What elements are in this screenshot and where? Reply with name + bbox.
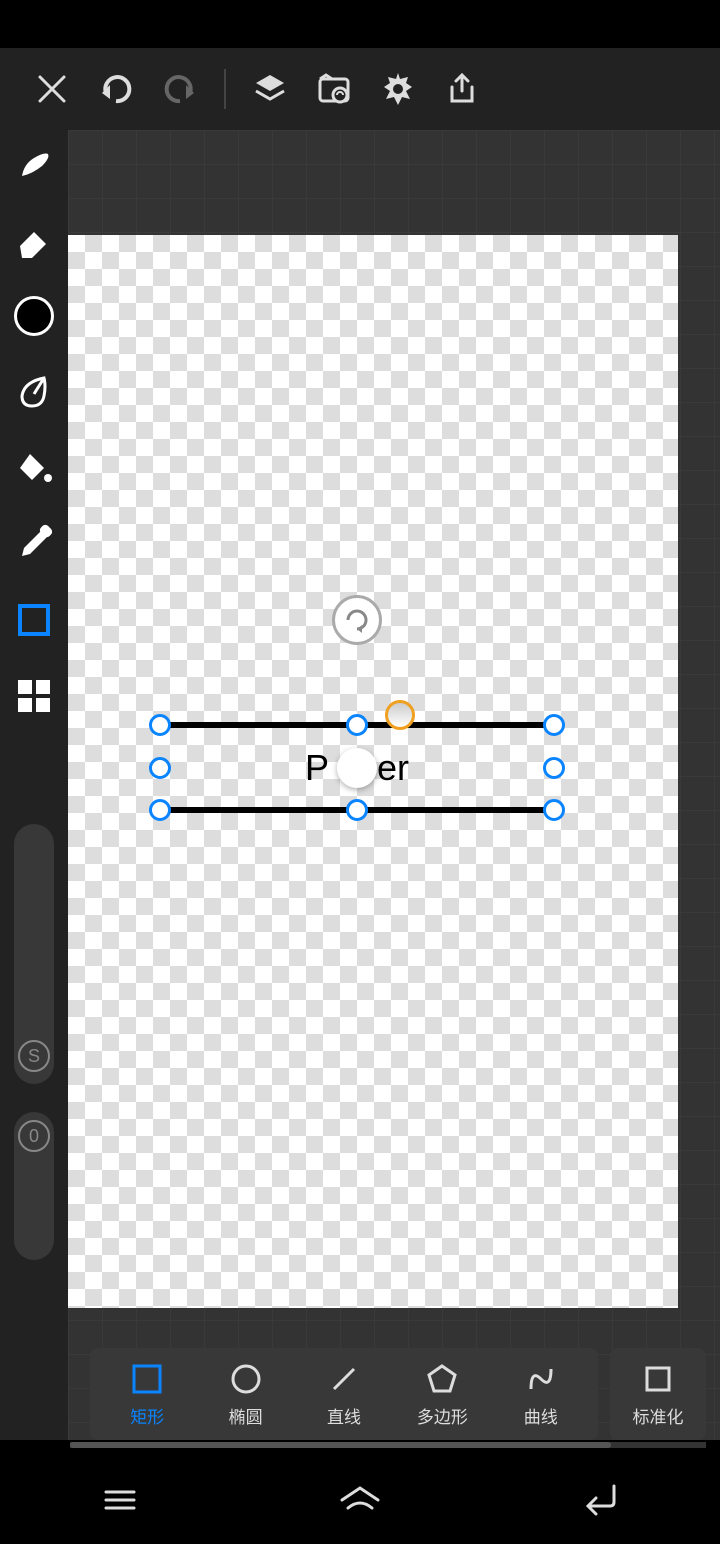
grid-tool[interactable] [10, 672, 58, 720]
current-color-icon [14, 296, 54, 336]
divider [224, 69, 226, 109]
top-toolbar [0, 48, 720, 130]
shape-rectangle[interactable]: 矩形 [107, 1361, 187, 1428]
canvas-viewport[interactable]: PXXer [68, 130, 720, 1440]
nav-recents[interactable] [90, 1470, 150, 1530]
normalize-button[interactable]: 标准化 [610, 1348, 706, 1440]
opt-label: 椭圆 [229, 1403, 263, 1428]
handle-tm[interactable] [346, 714, 368, 736]
horizontal-scrollbar[interactable] [70, 1442, 706, 1448]
rotate-handle[interactable] [332, 595, 382, 645]
eyedropper-tool[interactable] [10, 520, 58, 568]
handle-mr[interactable] [543, 757, 565, 779]
shape-curve[interactable]: 曲线 [501, 1361, 581, 1428]
stroke-width-icon: 0 [18, 1120, 50, 1152]
handle-bl[interactable] [149, 799, 171, 821]
close-button[interactable] [28, 65, 76, 113]
nav-back[interactable] [570, 1470, 630, 1530]
handle-bm[interactable] [346, 799, 368, 821]
text-right: er [377, 747, 409, 788]
color-picker-tool[interactable] [10, 292, 58, 340]
nav-home[interactable] [330, 1470, 390, 1530]
share-button[interactable] [438, 65, 486, 113]
rectangle-icon [129, 1361, 165, 1397]
stroke-width-pill[interactable]: 0 [14, 1112, 54, 1260]
layers-button[interactable] [246, 65, 294, 113]
text-left: P [305, 747, 329, 788]
shape-ellipse[interactable]: 椭圆 [206, 1361, 286, 1428]
opt-label: 直线 [327, 1403, 361, 1428]
curve-icon [523, 1361, 559, 1397]
opt-label: 矩形 [130, 1403, 164, 1428]
opt-label: 标准化 [633, 1403, 684, 1428]
shape-polygon[interactable]: 多边形 [402, 1361, 482, 1428]
line-icon [326, 1361, 362, 1397]
normalize-icon [640, 1361, 676, 1397]
side-toolbar: S 0 [0, 130, 68, 1440]
handle-tr[interactable] [543, 714, 565, 736]
canvas[interactable]: PXXer [68, 235, 678, 1308]
pivot-handle[interactable] [385, 700, 415, 730]
status-bar [0, 0, 720, 48]
system-nav-bar [0, 1456, 720, 1544]
opt-label: 多边形 [417, 1403, 468, 1428]
selected-shape[interactable]: PXXer [160, 725, 554, 810]
undo-button[interactable] [92, 65, 140, 113]
handle-br[interactable] [543, 799, 565, 821]
stroke-style-icon: S [18, 1040, 50, 1072]
shape-options-bar: 矩形 椭圆 直线 多边形 曲线 标准化 [90, 1348, 706, 1440]
scrollbar-thumb[interactable] [70, 1442, 611, 1448]
brush-tool[interactable] [10, 140, 58, 188]
ellipse-icon [228, 1361, 264, 1397]
settings-button[interactable] [374, 65, 422, 113]
handle-tl[interactable] [149, 714, 171, 736]
shape-type-group: 矩形 椭圆 直线 多边形 曲线 [90, 1348, 598, 1440]
image-folder-button[interactable] [310, 65, 358, 113]
redo-button[interactable] [156, 65, 204, 113]
center-knob[interactable] [337, 748, 377, 788]
opt-label: 曲线 [524, 1403, 558, 1428]
shape-line[interactable]: 直线 [304, 1361, 384, 1428]
smudge-tool[interactable] [10, 368, 58, 416]
polygon-icon [424, 1361, 460, 1397]
handle-ml[interactable] [149, 757, 171, 779]
main-area: S 0 PXXer [0, 130, 720, 1440]
eraser-tool[interactable] [10, 216, 58, 264]
stroke-style-pill[interactable]: S [14, 824, 54, 1084]
fill-tool[interactable] [10, 444, 58, 492]
shape-tool[interactable] [10, 596, 58, 644]
